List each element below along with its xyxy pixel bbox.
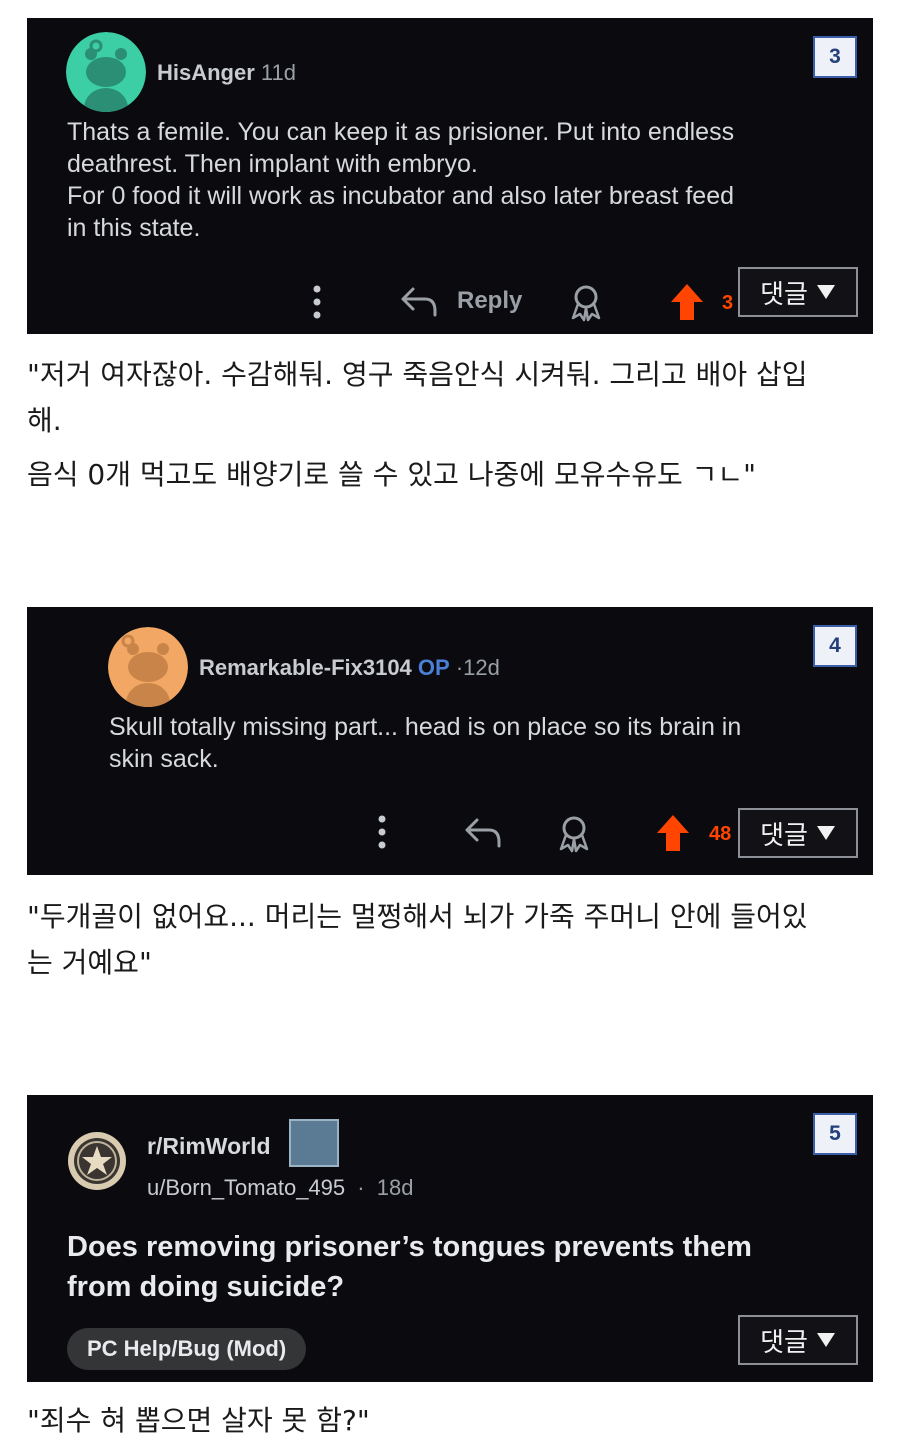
- comment-body: Thats a femile. You can keep it as prisi…: [67, 116, 734, 244]
- number-badge: 4: [813, 625, 857, 667]
- comment-time: 12d: [463, 655, 500, 680]
- post-thumbnail[interactable]: [289, 1119, 339, 1167]
- post-title[interactable]: Does removing prisoner’s tongues prevent…: [67, 1227, 752, 1307]
- caption-line: 음식 0개 먹고도 배양기로 쓸 수 있고 나중에 모유수유도 ㄱㄴ": [27, 458, 757, 491]
- subreddit-icon[interactable]: [67, 1131, 127, 1191]
- comment-author[interactable]: HisAnger 11d: [157, 60, 296, 86]
- reply-icon: [401, 287, 437, 317]
- post-title-line: Does removing prisoner’s tongues prevent…: [67, 1231, 752, 1263]
- post-flair[interactable]: PC Help/Bug (Mod): [67, 1328, 307, 1370]
- post-card: 5 r/RimWorld u/Born_Tomato_495 · 18d Doe…: [27, 1095, 873, 1382]
- username[interactable]: HisAnger: [157, 60, 255, 85]
- post-author[interactable]: u/Born_Tomato_495: [147, 1175, 345, 1200]
- caption-line: 해.: [27, 404, 62, 437]
- caption-line: 는 거예요": [27, 946, 152, 979]
- separator-dot: ·: [357, 1175, 365, 1200]
- comments-toggle-label: 댓글: [760, 1327, 808, 1358]
- triangle-down-icon: [816, 285, 835, 299]
- vote-count: 3: [722, 292, 734, 314]
- reply-button[interactable]: Reply: [399, 283, 522, 319]
- comments-toggle-label: 댓글: [760, 820, 808, 851]
- number-badge: 3: [813, 36, 857, 78]
- triangle-down-icon: [816, 826, 835, 840]
- vote-count: 48: [709, 823, 732, 845]
- comment-line: skin sack.: [109, 745, 219, 773]
- caption-line: "두개골이 없어요... 머리는 멀쩡해서 뇌가 가죽 주머니 안에 들어있: [27, 900, 808, 933]
- comment-line: Skull totally missing part... head is on…: [109, 713, 742, 741]
- award-icon[interactable]: [556, 813, 592, 853]
- comment-time: 11d: [260, 60, 296, 85]
- comment-line: deathrest. Then implant with embryo.: [67, 150, 478, 178]
- comment-line: For 0 food it will work as incubator and…: [67, 182, 735, 210]
- translation-caption: "죄수 혀 뽑으면 살자 못 함?": [27, 1398, 370, 1444]
- post-title-line: from doing suicide?: [67, 1271, 345, 1303]
- caption-line: "저거 여자잖아. 수감해둬. 영구 죽음안식 시켜둬. 그리고 배아 삽입: [27, 358, 808, 391]
- username[interactable]: Remarkable-Fix3104: [199, 655, 412, 680]
- comments-toggle-button[interactable]: 댓글: [738, 808, 858, 858]
- post-time: 18d: [376, 1175, 414, 1200]
- comments-toggle-label: 댓글: [760, 279, 808, 310]
- translation-caption: "두개골이 없어요... 머리는 멀쩡해서 뇌가 가죽 주머니 안에 들어있 는…: [27, 894, 808, 986]
- award-icon[interactable]: [568, 282, 604, 322]
- subreddit-name[interactable]: r/RimWorld: [147, 1133, 271, 1160]
- user-avatar[interactable]: [108, 627, 188, 707]
- comment-body: Skull totally missing part... head is on…: [109, 711, 741, 775]
- number-badge: 5: [813, 1113, 857, 1155]
- upvote-icon[interactable]: [669, 282, 705, 322]
- user-avatar[interactable]: [66, 32, 146, 112]
- caption-line: "죄수 혀 뽑으면 살자 못 함?": [27, 1404, 370, 1437]
- reply-icon[interactable]: [463, 814, 503, 850]
- reply-label: Reply: [457, 287, 523, 314]
- more-options-icon[interactable]: [376, 814, 388, 850]
- comments-toggle-button[interactable]: 댓글: [738, 1315, 858, 1365]
- translation-caption: "저거 여자잖아. 수감해둬. 영구 죽음안식 시켜둬. 그리고 배아 삽입 해…: [27, 352, 808, 498]
- upvote-icon[interactable]: [655, 813, 691, 853]
- more-options-icon[interactable]: [311, 284, 323, 320]
- comment-card-remarkable: 4 Remarkable-Fix3104 OP ·12d Skull total…: [27, 607, 873, 875]
- comment-line: in this state.: [67, 214, 201, 242]
- triangle-down-icon: [816, 1333, 835, 1347]
- comments-toggle-button[interactable]: 댓글: [738, 267, 858, 317]
- op-badge: OP: [417, 655, 450, 680]
- post-meta: u/Born_Tomato_495 · 18d: [147, 1175, 413, 1201]
- comment-author[interactable]: Remarkable-Fix3104 OP ·12d: [199, 655, 500, 681]
- comment-card-hisanger: 3 HisAnger 11d Thats a femile. You can k…: [27, 18, 873, 334]
- comment-line: Thats a femile. You can keep it as prisi…: [67, 118, 735, 146]
